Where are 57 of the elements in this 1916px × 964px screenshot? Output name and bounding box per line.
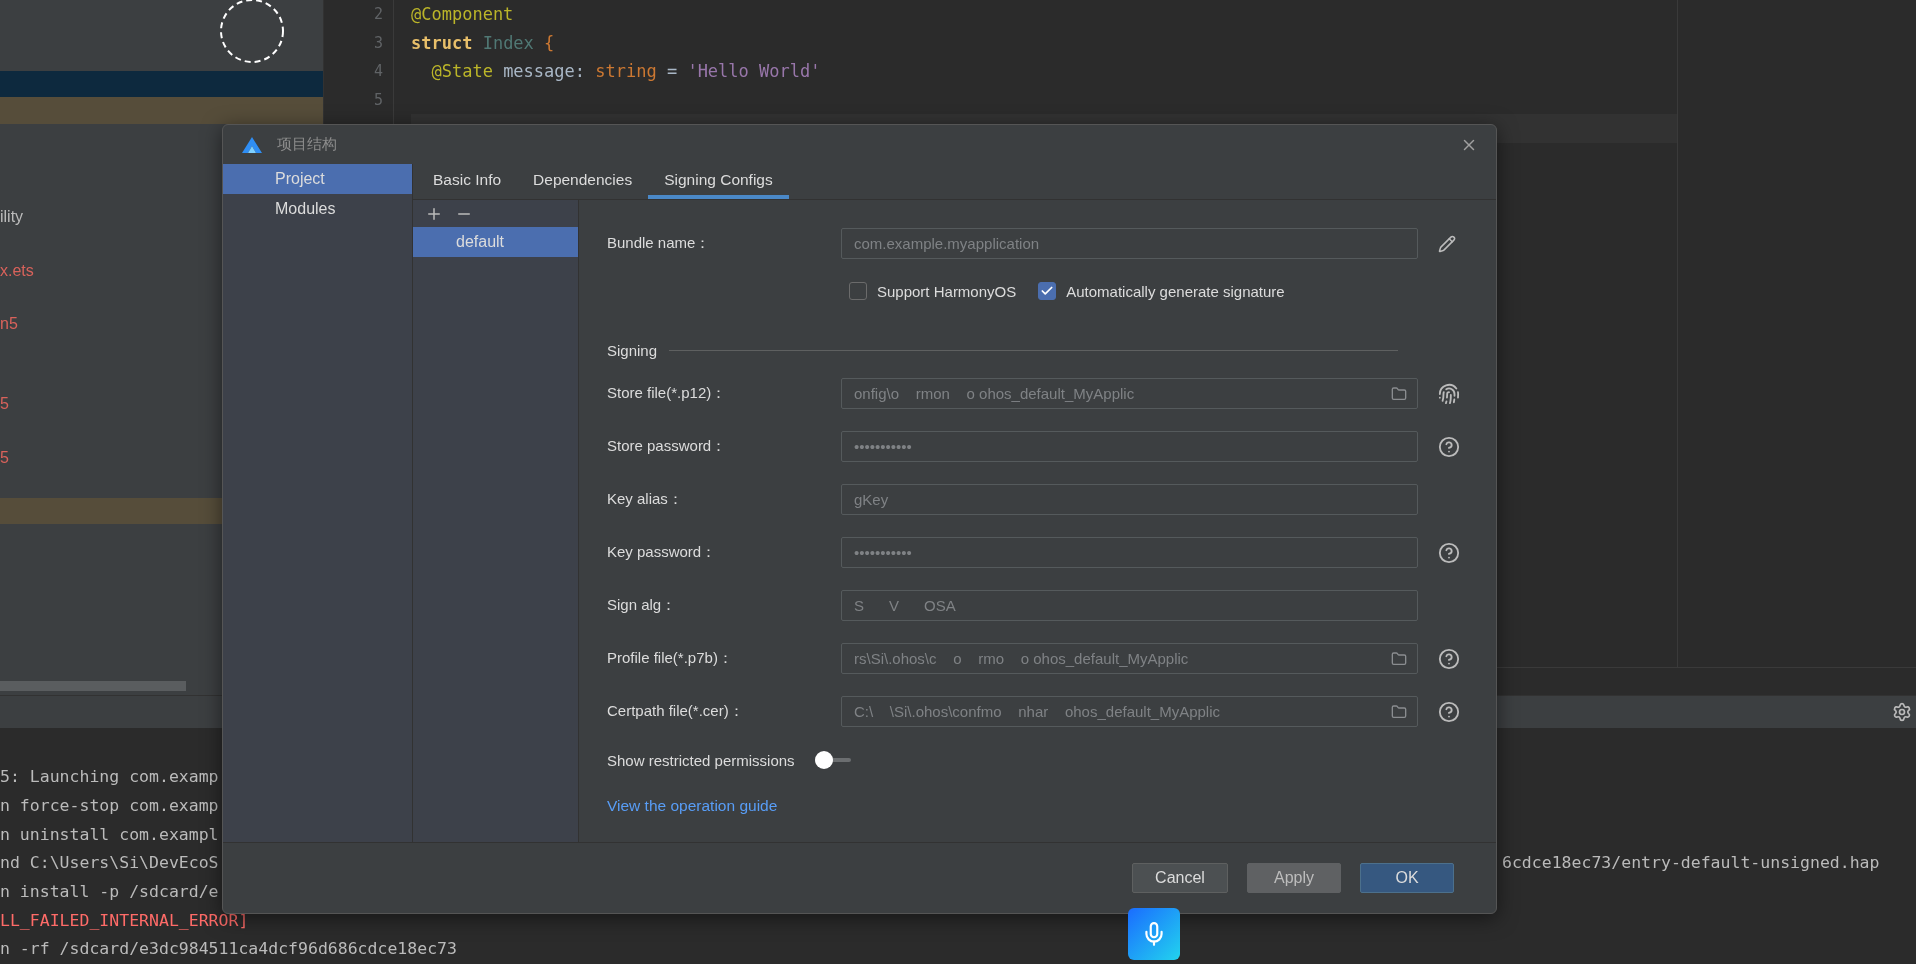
dialog-title: 项目结构 <box>277 135 338 154</box>
code-token: 'Hello World' <box>687 61 821 81</box>
checkbox[interactable] <box>849 282 867 300</box>
console-line: n force-stop com.examp <box>0 794 219 817</box>
checkbox[interactable] <box>1038 282 1057 300</box>
checkbox-label: Support HarmonyOS <box>877 282 1017 300</box>
tab[interactable]: Basic Info <box>417 164 518 199</box>
tab[interactable]: Dependencies <box>517 164 649 199</box>
code-token: struct <box>411 32 473 53</box>
config-item[interactable]: default <box>413 227 578 257</box>
settings-icon[interactable] <box>1892 702 1912 723</box>
guide-link[interactable]: View the operation guide <box>607 797 778 815</box>
line-number: 2 <box>373 4 383 25</box>
dialog-button[interactable]: Cancel <box>1132 863 1228 893</box>
field-label: Key alias： <box>607 490 684 509</box>
code-token: Index <box>481 32 535 53</box>
console-line: LL_FAILED_INTERNAL_ERROR] <box>0 909 249 932</box>
field-label: Certpath file(*.cer)： <box>607 702 745 721</box>
field-label: Profile file(*.p7b)： <box>607 649 734 668</box>
field-label: Key password： <box>607 543 718 562</box>
sidebar-item[interactable]: Project <box>223 164 412 194</box>
checkbox-label: Automatically generate signature <box>1066 282 1285 300</box>
file-name: 5 <box>0 395 9 414</box>
file-name: 5 <box>0 448 9 467</box>
code-token: string <box>595 61 657 81</box>
tab[interactable]: Signing Configs <box>648 164 789 199</box>
line-number: 4 <box>373 61 383 82</box>
pencil-icon[interactable] <box>1438 234 1456 253</box>
toggle-switch[interactable] <box>814 751 851 769</box>
code-token: @Component <box>411 4 514 24</box>
file-name: n5 <box>0 315 18 334</box>
scrollbar-thumb[interactable] <box>0 681 186 692</box>
field-label: Sign alg： <box>607 596 678 615</box>
dialog-button[interactable]: Apply <box>1247 863 1341 893</box>
code-token: message: <box>502 61 586 81</box>
console-line: 5: Launching com.examp <box>0 766 219 789</box>
code-token: @State <box>430 61 493 81</box>
line-number: 3 <box>373 32 383 54</box>
dialog-button[interactable]: OK <box>1360 863 1454 893</box>
field-label: Store password： <box>607 437 728 456</box>
check-icon <box>1040 284 1055 298</box>
toggle-label: Show restricted permissions <box>607 751 795 769</box>
section-title: Signing <box>607 341 658 359</box>
console-line: nd C:\Users\Si\DevEcoS <box>0 852 219 875</box>
microphone-button[interactable] <box>1128 908 1180 960</box>
console-line: 6cdce18ec73/entry-default-unsigned.hap <box>1502 852 1880 875</box>
console-line: n install -p /sdcard/e <box>0 880 219 903</box>
field-label: Bundle name： <box>607 234 712 253</box>
code-token: { <box>544 32 555 53</box>
field-label: Store file(*.p12)： <box>607 384 728 403</box>
logo-icon <box>241 135 263 154</box>
console-line: n uninstall com.exampl <box>0 823 219 846</box>
code-token: = <box>665 61 679 81</box>
console-line: n -rf /sdcard/e3dc984511ca4dcf96d686cdce18ec73 <box>0 938 457 961</box>
line-number: 5 <box>373 89 383 111</box>
sidebar-item[interactable]: Modules <box>223 194 412 224</box>
file-name: x.ets <box>0 261 34 280</box>
